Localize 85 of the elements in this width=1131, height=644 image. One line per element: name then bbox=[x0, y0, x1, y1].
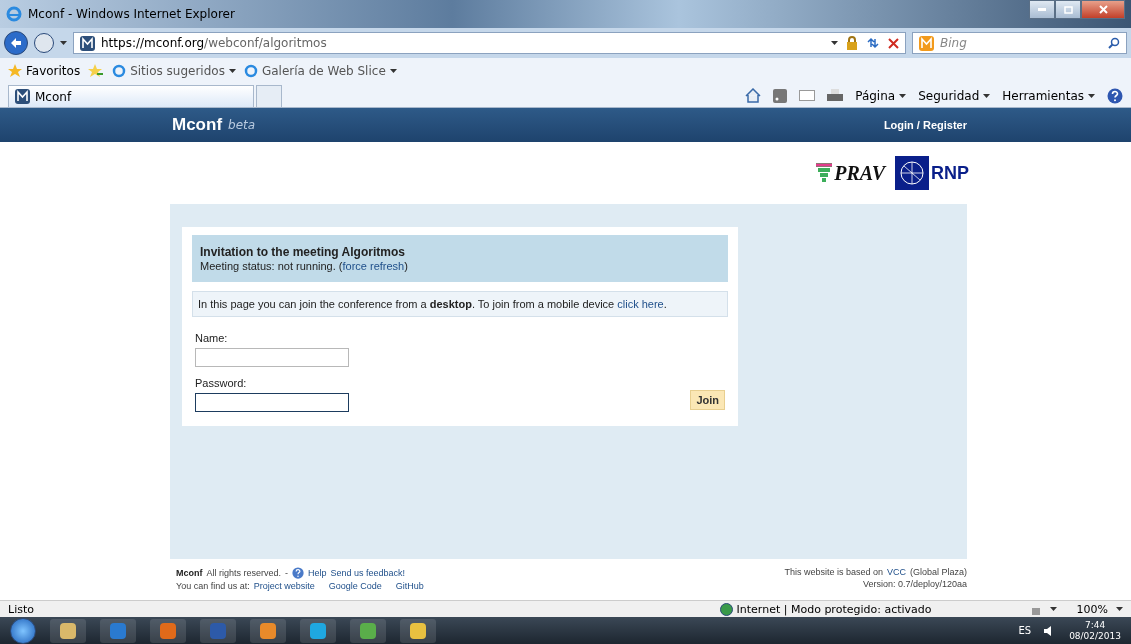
caret-icon[interactable] bbox=[899, 93, 907, 98]
menu-button[interactable]: Seguridad bbox=[918, 88, 991, 103]
printer-icon[interactable] bbox=[827, 88, 844, 103]
globe-network-icon bbox=[895, 156, 929, 190]
rnp-logo: RNP bbox=[931, 162, 969, 184]
globe-icon bbox=[719, 602, 733, 616]
browser-logo-icon bbox=[6, 6, 22, 22]
app-icon[interactable] bbox=[300, 618, 336, 643]
search-field[interactable]: Bing bbox=[912, 32, 1127, 54]
zone-text: Internet | Modo protegido: activado bbox=[736, 602, 932, 616]
vcc-link[interactable]: VCC bbox=[886, 567, 906, 577]
invitation-title: Invitation to the meeting Algoritmos bbox=[200, 245, 406, 259]
favorites-button[interactable]: Favoritos bbox=[8, 64, 81, 78]
rights-text: All rights reserved. bbox=[206, 568, 282, 578]
separator-text: - bbox=[285, 568, 289, 578]
footer-link[interactable]: Google Code bbox=[328, 581, 382, 591]
footer-link[interactable]: GitHub bbox=[395, 581, 424, 591]
caret-icon[interactable] bbox=[1116, 607, 1123, 611]
favorites-link[interactable]: Sitios sugeridos bbox=[112, 64, 236, 78]
site-favicon bbox=[15, 89, 30, 104]
app-icon[interactable] bbox=[400, 618, 436, 643]
feedback-link[interactable]: Send us feedback! bbox=[330, 568, 406, 578]
minimize-button[interactable] bbox=[1029, 0, 1055, 19]
home-icon[interactable] bbox=[745, 88, 762, 103]
search-icon[interactable] bbox=[1108, 37, 1120, 49]
help-link[interactable]: Help bbox=[308, 568, 327, 578]
back-arrow-icon[interactable] bbox=[10, 37, 22, 49]
app-icon[interactable] bbox=[250, 618, 286, 643]
help-icon[interactable] bbox=[1107, 87, 1123, 104]
caret-icon[interactable] bbox=[228, 69, 236, 73]
site-logo[interactable]: Mconf bbox=[172, 115, 223, 135]
join-button[interactable]: Join bbox=[690, 390, 725, 410]
meeting-status: Meeting status: not running. (force refresh) bbox=[200, 260, 409, 272]
zoom-button[interactable]: 100% bbox=[1076, 602, 1108, 616]
caret-icon[interactable] bbox=[1088, 93, 1095, 98]
refresh-icon[interactable] bbox=[866, 37, 880, 49]
desktop-notice: In this page you can join the conference from a desktop. To join from a mobile device click here. bbox=[192, 291, 728, 317]
field-label: Password: bbox=[195, 377, 248, 389]
prav-logo: PRAV bbox=[834, 161, 885, 185]
close-button[interactable] bbox=[1081, 0, 1125, 19]
password-field[interactable] bbox=[195, 393, 349, 412]
menu-button[interactable]: Página bbox=[855, 88, 907, 103]
forward-button[interactable] bbox=[34, 33, 54, 53]
close-icon[interactable] bbox=[1098, 5, 1108, 14]
clock[interactable]: 7:44 08/02/2013 bbox=[1069, 619, 1121, 642]
app-icon[interactable] bbox=[50, 618, 86, 643]
browser-logo-icon[interactable] bbox=[112, 64, 127, 78]
site-favicon bbox=[80, 35, 95, 51]
language-indicator[interactable]: ES bbox=[1018, 625, 1032, 636]
caret-icon[interactable] bbox=[389, 69, 397, 73]
menu-button[interactable]: Herramientas bbox=[1002, 88, 1095, 103]
maximize-button[interactable] bbox=[1055, 0, 1081, 19]
version-text: Version: 0.7/deploy/120aa bbox=[862, 579, 967, 589]
login-link[interactable]: Login / Register bbox=[883, 119, 967, 131]
browser-tab[interactable]: Mconf bbox=[8, 85, 254, 107]
stop-icon[interactable] bbox=[888, 37, 899, 49]
browser-logo-icon[interactable] bbox=[243, 64, 258, 78]
add-favorite-icon[interactable] bbox=[88, 64, 105, 78]
field-label: Name: bbox=[195, 332, 229, 344]
app-icon[interactable] bbox=[350, 618, 386, 643]
footer-link[interactable]: Project website bbox=[253, 581, 315, 591]
start-button[interactable] bbox=[10, 617, 36, 644]
global-plaza-text: (Global Plaza) bbox=[909, 567, 967, 577]
help-icon[interactable] bbox=[292, 567, 305, 579]
app-icon[interactable] bbox=[150, 618, 186, 643]
star-icon[interactable] bbox=[8, 64, 22, 78]
mobile-link[interactable]: click here bbox=[617, 298, 664, 310]
lock-icon bbox=[846, 36, 858, 50]
caret-icon[interactable] bbox=[1049, 607, 1057, 611]
footer-brand: Mconf bbox=[176, 568, 203, 578]
search-provider-icon bbox=[919, 35, 934, 51]
beta-label: beta bbox=[228, 118, 256, 132]
force-refresh-link[interactable]: force refresh bbox=[342, 260, 405, 272]
status-text: Listo bbox=[8, 602, 34, 616]
back-button[interactable] bbox=[4, 31, 28, 55]
based-on-text: This website is based on bbox=[784, 567, 883, 577]
caret-icon[interactable] bbox=[983, 93, 991, 98]
name-field[interactable] bbox=[195, 348, 349, 367]
address-field[interactable]: https://mconf.org/webconf/algoritmos bbox=[73, 32, 906, 54]
mail-icon[interactable] bbox=[799, 90, 816, 101]
caret-icon[interactable] bbox=[60, 41, 67, 45]
caret-icon[interactable] bbox=[831, 41, 838, 45]
find-us-text: You can find us at: bbox=[176, 581, 250, 591]
favorites-link[interactable]: Galería de Web Slice bbox=[243, 64, 397, 78]
window-title: Mconf - Windows Internet Explorer bbox=[28, 7, 235, 21]
